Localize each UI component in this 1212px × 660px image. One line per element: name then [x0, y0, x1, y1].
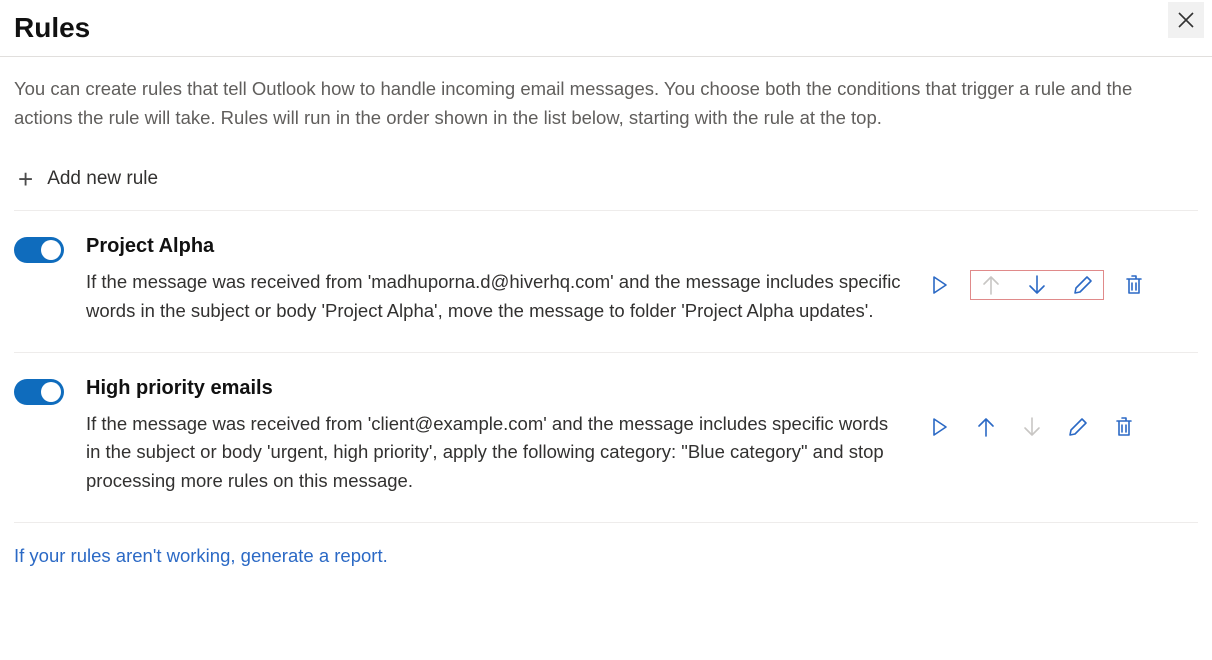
rule-row: High priority emails If the message was r…: [14, 353, 1198, 523]
down-icon: [1027, 274, 1047, 296]
rule-name: Project Alpha: [86, 235, 906, 258]
rule-actions: [928, 415, 1136, 439]
plus-icon: +: [18, 166, 33, 192]
run-rule-button[interactable]: [928, 415, 952, 439]
trash-icon: [1114, 416, 1134, 438]
rules-list: Project Alpha If the message was received…: [14, 211, 1198, 522]
rule-actions: [928, 273, 1146, 297]
rules-settings-panel: Rules You can create rules that tell Out…: [0, 0, 1212, 587]
highlighted-action-group: [970, 270, 1104, 300]
rule-body: Project Alpha If the message was received…: [86, 235, 906, 325]
move-down-button[interactable]: [1025, 273, 1049, 297]
up-icon: [976, 416, 996, 438]
intro-text: You can create rules that tell Outlook h…: [14, 75, 1184, 132]
rule-toggle[interactable]: [14, 379, 64, 405]
rule-body: High priority emails If the message was r…: [86, 377, 906, 496]
divider: [0, 56, 1212, 57]
add-new-rule-label: Add new rule: [47, 168, 158, 190]
play-icon: [931, 417, 949, 437]
edit-icon: [1067, 416, 1089, 438]
delete-rule-button[interactable]: [1122, 273, 1146, 297]
play-icon: [931, 275, 949, 295]
edit-rule-button[interactable]: [1071, 273, 1095, 297]
rule-toggle[interactable]: [14, 237, 64, 263]
rule-description: If the message was received from 'madhup…: [86, 268, 906, 325]
close-icon: [1177, 11, 1195, 29]
down-icon: [1022, 416, 1042, 438]
edit-icon: [1072, 274, 1094, 296]
trash-icon: [1124, 274, 1144, 296]
header: Rules: [14, 8, 1198, 56]
rule-name: High priority emails: [86, 377, 906, 400]
up-icon: [981, 274, 1001, 296]
run-rule-button[interactable]: [928, 273, 952, 297]
page-title: Rules: [14, 12, 90, 44]
edit-rule-button[interactable]: [1066, 415, 1090, 439]
add-new-rule-button[interactable]: + Add new rule: [14, 160, 1198, 211]
move-down-button: [1020, 415, 1044, 439]
generate-report-link[interactable]: If your rules aren't working, generate a…: [14, 545, 1198, 567]
rule-description: If the message was received from 'client…: [86, 410, 906, 496]
move-up-button: [979, 273, 1003, 297]
move-up-button[interactable]: [974, 415, 998, 439]
close-button[interactable]: [1168, 2, 1204, 38]
delete-rule-button[interactable]: [1112, 415, 1136, 439]
rule-row: Project Alpha If the message was received…: [14, 211, 1198, 352]
